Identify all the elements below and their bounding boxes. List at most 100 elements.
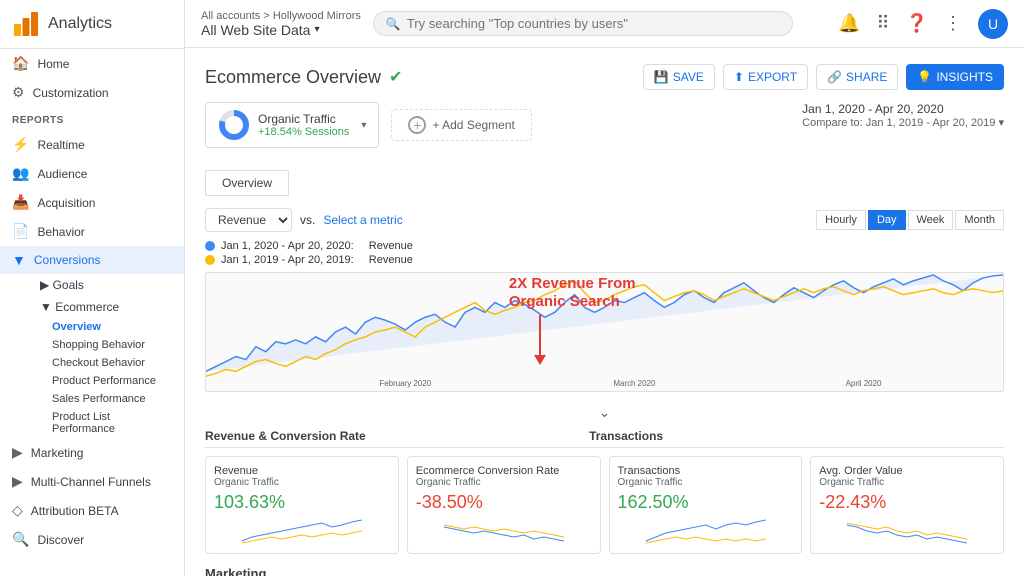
sidebar-item-audience[interactable]: 👥 Audience [0, 159, 184, 188]
add-segment-icon: + [408, 116, 426, 134]
vs-label: vs. [300, 213, 315, 227]
organic-traffic-segment: Organic Traffic +18.54% Sessions ▾ [205, 102, 379, 148]
legend-period-2020: Jan 1, 2020 - Apr 20, 2020: [221, 240, 354, 252]
segment-info: Organic Traffic +18.54% Sessions [258, 112, 349, 138]
sidebar-product-performance[interactable]: Product Performance [40, 372, 184, 390]
search-bar[interactable]: 🔍 [373, 11, 793, 36]
sidebar-item-home[interactable]: 🏠 Home [0, 49, 184, 78]
time-btn-day[interactable]: Day [868, 210, 906, 230]
search-input[interactable] [407, 16, 780, 31]
insights-icon: 💡 [917, 70, 932, 84]
metric-subtitle-transactions: Organic Traffic [618, 477, 794, 488]
sidebar-item-marketing[interactable]: ▶ Marketing [0, 438, 184, 467]
dropdown-arrow-icon: ▾ [314, 24, 319, 35]
sidebar-sub-goals[interactable]: ▶ Goals [28, 274, 184, 296]
sidebar-behavior-label: Behavior [37, 225, 84, 239]
export-label: EXPORT [748, 70, 797, 84]
current-date-range[interactable]: Jan 1, 2020 - Apr 20, 2020 [802, 102, 1004, 116]
sidebar-home-label: Home [37, 57, 69, 71]
time-btn-week[interactable]: Week [908, 210, 954, 230]
insights-button[interactable]: 💡 INSIGHTS [906, 64, 1004, 90]
grid-icon[interactable]: ⠿ [876, 13, 889, 34]
sidebar-item-realtime[interactable]: ⚡ Realtime [0, 130, 184, 159]
time-btn-hourly[interactable]: Hourly [816, 210, 866, 230]
sidebar-realtime-label: Realtime [37, 138, 84, 152]
discover-icon: 🔍 [12, 531, 29, 548]
save-button[interactable]: 💾 SAVE [643, 64, 715, 90]
metric-value-avg-order: -22.43% [819, 492, 995, 513]
content-area: Ecommerce Overview ✔ 💾 SAVE ⬆ EXPORT 🔗 S… [185, 48, 1024, 576]
sidebar-item-behavior[interactable]: 📄 Behavior [0, 217, 184, 246]
sidebar-item-discover[interactable]: 🔍 Discover [0, 525, 184, 554]
line-chart-svg: February 2020 March 2020 April 2020 [206, 273, 1003, 391]
overview-tab[interactable]: Overview [205, 170, 289, 196]
sidebar-item-mcf[interactable]: ▶ Multi-Channel Funnels [0, 467, 184, 496]
add-segment-button[interactable]: + + Add Segment [391, 109, 531, 141]
user-avatar[interactable]: U [978, 9, 1008, 39]
mini-chart-avg-order [819, 517, 995, 545]
metric-card-transactions: Transactions Organic Traffic 162.50% [609, 456, 803, 554]
behavior-icon: 📄 [12, 223, 29, 240]
metric-dropdown[interactable]: Revenue [205, 208, 292, 232]
reports-section-label: REPORTS [0, 107, 184, 130]
sidebar-sub-ecommerce[interactable]: ▼ Ecommerce [28, 296, 184, 318]
page-header: Ecommerce Overview ✔ 💾 SAVE ⬆ EXPORT 🔗 S… [205, 64, 1004, 90]
legend-period-2019: Jan 1, 2019 - Apr 20, 2019: [221, 254, 354, 266]
chart-legend: Jan 1, 2020 - Apr 20, 2020: Revenue Jan … [205, 240, 1004, 266]
export-icon: ⬆ [734, 70, 744, 84]
svg-text:February 2020: February 2020 [379, 379, 431, 388]
sidebar-conversions-submenu: ▶ Goals ▼ Ecommerce Overview Shopping Be… [0, 274, 184, 438]
segment-name: Organic Traffic [258, 112, 349, 126]
chart-collapse-handle[interactable]: ⌄ [205, 404, 1004, 421]
sidebar-ecomm-overview[interactable]: Overview [40, 318, 184, 336]
acquisition-icon: 📥 [12, 194, 29, 211]
sidebar-checkout-behavior[interactable]: Checkout Behavior [40, 354, 184, 372]
sidebar-mcf-label: Multi-Channel Funnels [31, 475, 151, 489]
sidebar-discover-label: Discover [37, 533, 84, 547]
home-icon: 🏠 [12, 55, 29, 72]
sidebar-item-attribution[interactable]: ◇ Attribution BETA [0, 496, 184, 525]
sidebar-shopping-behavior[interactable]: Shopping Behavior [40, 336, 184, 354]
share-label: SHARE [846, 70, 887, 84]
verified-check-icon: ✔ [389, 67, 402, 87]
export-button[interactable]: ⬆ EXPORT [723, 64, 808, 90]
add-segment-label: + Add Segment [432, 118, 514, 132]
chart-controls: Revenue vs. Select a metric Hourly Day W… [205, 208, 1004, 232]
svg-text:March 2020: March 2020 [613, 379, 656, 388]
sidebar: Analytics 🏠 Home ⚙ Customization REPORTS… [0, 0, 185, 576]
marketing-section-title: Marketing [205, 566, 1004, 576]
ecommerce-arrow: ▼ [40, 300, 55, 314]
page-title: Ecommerce Overview [205, 67, 381, 88]
sidebar-ecommerce-label: Ecommerce [55, 300, 119, 314]
topbar: All accounts > Hollywood Mirrors All Web… [185, 0, 1024, 48]
sidebar-product-list-performance[interactable]: Product List Performance [40, 408, 184, 438]
metric-card-conversion-rate: Ecommerce Conversion Rate Organic Traffi… [407, 456, 601, 554]
sidebar-customization-label: Customization [33, 86, 109, 100]
sidebar-product-perf-label: Product Performance [52, 375, 156, 387]
segment-dropdown-arrow-icon[interactable]: ▾ [361, 120, 366, 131]
metric-value-transactions: 162.50% [618, 492, 794, 513]
time-buttons: Hourly Day Week Month [816, 210, 1004, 230]
transactions-title: Transactions [589, 429, 663, 443]
legend-type-2020: Revenue [369, 240, 413, 252]
sidebar-shopping-label: Shopping Behavior [52, 339, 145, 351]
breadcrumb: All accounts > Hollywood Mirrors All Web… [201, 10, 361, 38]
page-title-row: Ecommerce Overview ✔ [205, 67, 402, 88]
sidebar-item-conversions[interactable]: ▼ Conversions [0, 246, 184, 274]
sidebar-sales-performance[interactable]: Sales Performance [40, 390, 184, 408]
audience-icon: 👥 [12, 165, 29, 182]
metric-card-revenue: Revenue Organic Traffic 103.63% [205, 456, 399, 554]
time-btn-month[interactable]: Month [955, 210, 1004, 230]
help-icon[interactable]: ❓ [906, 13, 928, 34]
more-icon[interactable]: ⋮ [944, 13, 962, 34]
account-selector[interactable]: All Web Site Data [201, 22, 310, 38]
sidebar-goals-label: Goals [53, 278, 84, 292]
segments-date-row: Organic Traffic +18.54% Sessions ▾ + + A… [205, 102, 1004, 160]
segments-row: Organic Traffic +18.54% Sessions ▾ + + A… [205, 102, 532, 148]
bell-icon[interactable]: 🔔 [838, 13, 860, 34]
sidebar-item-acquisition[interactable]: 📥 Acquisition [0, 188, 184, 217]
select-metric-link[interactable]: Select a metric [323, 213, 402, 227]
share-button[interactable]: 🔗 SHARE [816, 64, 898, 90]
sidebar-item-customization[interactable]: ⚙ Customization [0, 78, 184, 107]
metric-title-transactions: Transactions [618, 465, 794, 477]
